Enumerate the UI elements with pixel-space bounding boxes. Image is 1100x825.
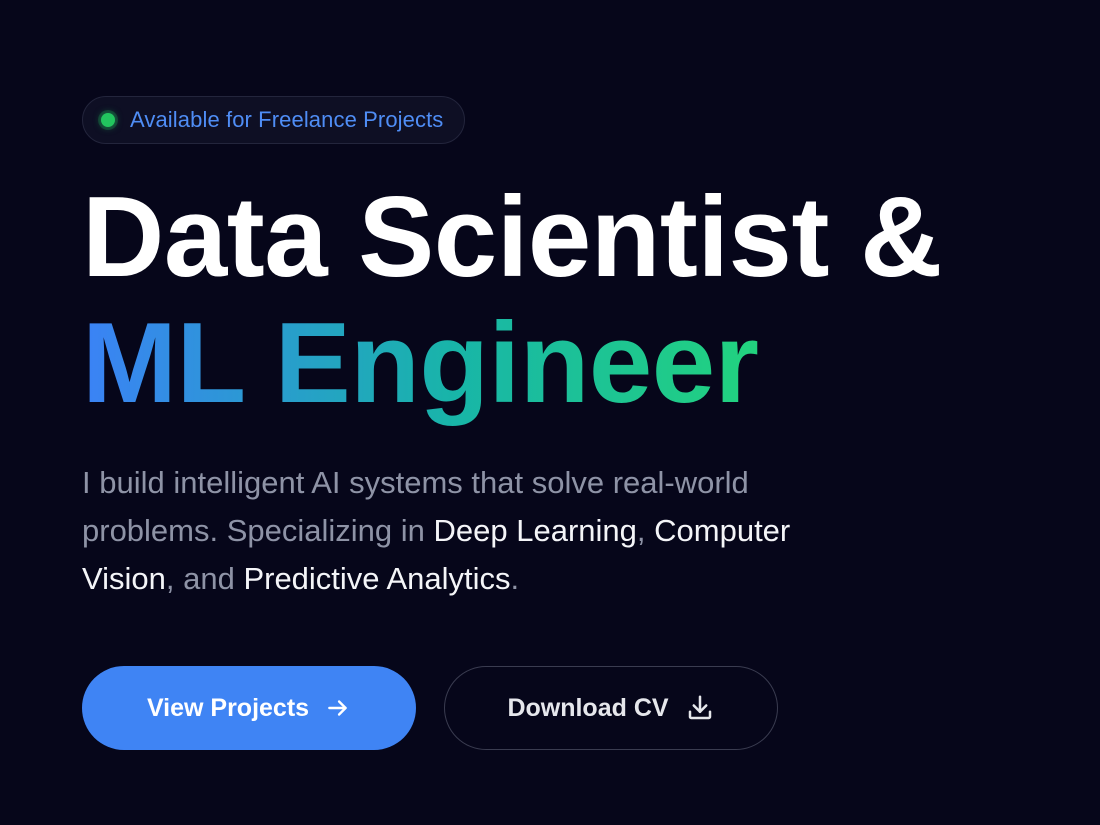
- hero-actions: View Projects Download CV: [82, 666, 1062, 750]
- intro-period: .: [510, 561, 520, 596]
- view-projects-button[interactable]: View Projects: [82, 666, 416, 750]
- hero-intro: I build intelligent AI systems that solv…: [82, 459, 882, 603]
- download-cv-label: Download CV: [507, 693, 669, 722]
- hero-section: Available for Freelance Projects Data Sc…: [82, 96, 1062, 750]
- intro-separator-1: ,: [636, 513, 655, 548]
- headline-line-2: ML Engineer: [82, 301, 759, 433]
- intro-separator-2: , and: [165, 561, 244, 596]
- hero-headline: Data Scientist & ML Engineer: [82, 175, 1062, 433]
- status-dot-icon: [101, 113, 115, 127]
- skill-deep-learning: Deep Learning: [433, 513, 637, 548]
- download-icon: [685, 693, 715, 723]
- availability-badge: Available for Freelance Projects: [82, 96, 466, 144]
- download-cv-button[interactable]: Download CV: [444, 666, 778, 750]
- skill-predictive-analytics: Predictive Analytics: [243, 561, 511, 596]
- headline-line-1: Data Scientist &: [82, 174, 942, 301]
- view-projects-label: View Projects: [146, 693, 310, 722]
- availability-badge-label: Available for Freelance Projects: [130, 107, 444, 132]
- arrow-right-icon: [325, 695, 351, 721]
